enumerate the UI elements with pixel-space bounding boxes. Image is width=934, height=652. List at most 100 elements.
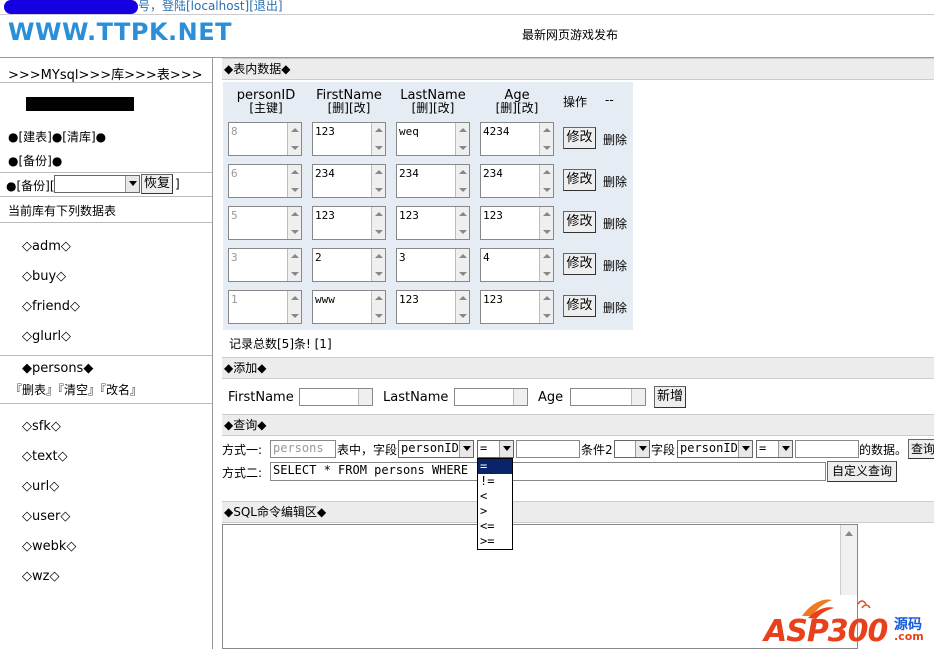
cell-age[interactable]: 4 bbox=[480, 248, 554, 282]
site-logo[interactable]: WWW.TTPK.NET bbox=[8, 18, 232, 46]
add-firstname-input[interactable] bbox=[299, 388, 373, 406]
table-link[interactable]: ◇user◇ bbox=[22, 509, 70, 524]
spinner-icon[interactable] bbox=[539, 291, 553, 323]
db-actions[interactable]: ●[建表]●[清库]● bbox=[8, 128, 106, 145]
cell-lastname[interactable]: 123 bbox=[396, 206, 470, 240]
table-link[interactable]: ◇adm◇ bbox=[22, 239, 71, 254]
operator-dropdown-list[interactable]: = != < > <= >= bbox=[477, 458, 513, 550]
spinner-icon[interactable] bbox=[513, 389, 527, 405]
table-link[interactable]: ◇glurl◇ bbox=[22, 329, 71, 344]
edit-button[interactable]: 修改 bbox=[563, 169, 596, 191]
breadcrumb: >>>MYsql>>>库>>>表>>> bbox=[8, 68, 203, 83]
spinner-icon[interactable] bbox=[539, 207, 553, 239]
operator-option[interactable]: < bbox=[478, 489, 512, 504]
table-link[interactable]: ◇sfk◇ bbox=[22, 419, 61, 434]
query-value1-input[interactable] bbox=[516, 440, 580, 458]
cell-age[interactable]: 123 bbox=[480, 290, 554, 324]
spinner-icon[interactable] bbox=[455, 123, 469, 155]
operator-option[interactable]: != bbox=[478, 474, 512, 489]
spinner-icon[interactable] bbox=[287, 291, 301, 323]
cell-firstname[interactable]: www bbox=[312, 290, 386, 324]
spinner-icon[interactable] bbox=[371, 123, 385, 155]
cell-age[interactable]: 234 bbox=[480, 164, 554, 198]
query-button[interactable]: 查询 bbox=[908, 439, 934, 459]
spinner-icon[interactable] bbox=[358, 389, 372, 405]
query-op1-select[interactable]: = bbox=[477, 440, 514, 458]
operator-option[interactable]: >= bbox=[478, 534, 512, 549]
query-op2-select[interactable]: = bbox=[756, 440, 793, 458]
spinner-icon[interactable] bbox=[371, 207, 385, 239]
spinner-icon[interactable] bbox=[455, 165, 469, 197]
restore-button[interactable]: 恢复 bbox=[141, 174, 173, 194]
cell-firstname[interactable]: 123 bbox=[312, 122, 386, 156]
cell-age[interactable]: 123 bbox=[480, 206, 554, 240]
spinner-icon[interactable] bbox=[287, 249, 301, 281]
cell-lastname[interactable]: 3 bbox=[396, 248, 470, 282]
operator-option[interactable]: > bbox=[478, 504, 512, 519]
spinner-icon[interactable] bbox=[371, 249, 385, 281]
login-status-text[interactable]: 号，登陆[localhost][退出] bbox=[138, 0, 283, 13]
cell-lastname[interactable]: 234 bbox=[396, 164, 470, 198]
edit-button[interactable]: 修改 bbox=[563, 295, 596, 317]
spinner-icon[interactable] bbox=[455, 249, 469, 281]
cell-firstname[interactable]: 123 bbox=[312, 206, 386, 240]
table-link[interactable]: ◇friend◇ bbox=[22, 299, 80, 314]
query-field2-select[interactable]: personID bbox=[677, 440, 753, 458]
add-button[interactable]: 新增 bbox=[654, 386, 686, 408]
cell-personid[interactable]: 8 bbox=[228, 122, 302, 156]
edit-button[interactable]: 修改 bbox=[563, 211, 596, 233]
cell-lastname[interactable]: weq bbox=[396, 122, 470, 156]
cell-personid[interactable]: 3 bbox=[228, 248, 302, 282]
cell-firstname[interactable]: 234 bbox=[312, 164, 386, 198]
chevron-down-icon bbox=[635, 441, 649, 457]
spinner-icon[interactable] bbox=[287, 123, 301, 155]
backup-select[interactable] bbox=[54, 175, 140, 193]
query-mode2-label: 方式二: bbox=[222, 466, 263, 480]
redacted-db-name bbox=[26, 97, 134, 111]
spinner-icon[interactable] bbox=[455, 207, 469, 239]
table-link[interactable]: ◇buy◇ bbox=[22, 269, 66, 284]
spinner-icon[interactable] bbox=[371, 165, 385, 197]
backup-link[interactable]: ●[备份]● bbox=[8, 152, 62, 169]
table-link[interactable]: ◇wz◇ bbox=[22, 569, 59, 584]
delete-link[interactable]: 删除 bbox=[603, 173, 627, 190]
spinner-icon[interactable] bbox=[539, 123, 553, 155]
edit-button[interactable]: 修改 bbox=[563, 253, 596, 275]
delete-link[interactable]: 删除 bbox=[603, 257, 627, 274]
spinner-icon[interactable] bbox=[631, 389, 645, 405]
delete-link[interactable]: 删除 bbox=[603, 131, 627, 148]
query-field1-select[interactable]: personID bbox=[398, 440, 474, 458]
spinner-icon[interactable] bbox=[455, 291, 469, 323]
delete-link[interactable]: 删除 bbox=[603, 299, 627, 316]
spinner-icon[interactable] bbox=[287, 207, 301, 239]
operator-option[interactable]: <= bbox=[478, 519, 512, 534]
sql-editor-scrollbar[interactable] bbox=[840, 525, 857, 595]
table-link[interactable]: ◇url◇ bbox=[22, 479, 59, 494]
spinner-icon[interactable] bbox=[371, 291, 385, 323]
custom-query-button[interactable]: 自定义查询 bbox=[827, 461, 897, 482]
sql-query-input[interactable]: SELECT * FROM persons WHERE bbox=[270, 462, 826, 481]
delete-link[interactable]: 删除 bbox=[603, 215, 627, 232]
cell-personid[interactable]: 5 bbox=[228, 206, 302, 240]
current-table-actions[interactable]: 『删表』『清空』『改名』 bbox=[10, 381, 142, 398]
query-value2-input[interactable] bbox=[795, 440, 859, 458]
query-cond2-select[interactable] bbox=[614, 440, 650, 458]
cell-age[interactable]: 4234 bbox=[480, 122, 554, 156]
cell-firstname[interactable]: 2 bbox=[312, 248, 386, 282]
edit-button[interactable]: 修改 bbox=[563, 127, 596, 149]
column-header-operation: 操作 bbox=[563, 95, 588, 109]
spinner-icon[interactable] bbox=[539, 165, 553, 197]
spinner-icon[interactable] bbox=[539, 249, 553, 281]
cell-lastname[interactable]: 123 bbox=[396, 290, 470, 324]
add-lastname-input[interactable] bbox=[454, 388, 528, 406]
table-link[interactable]: ◇webk◇ bbox=[22, 539, 76, 554]
operator-option[interactable]: = bbox=[478, 459, 512, 474]
cell-personid[interactable]: 6 bbox=[228, 164, 302, 198]
query-table-input[interactable]: persons bbox=[270, 440, 336, 458]
restore-prefix: ●[备份][ bbox=[6, 179, 55, 193]
table-link[interactable]: ◇text◇ bbox=[22, 449, 68, 464]
add-age-input[interactable] bbox=[570, 388, 646, 406]
current-table-link[interactable]: ◆persons◆ bbox=[22, 361, 93, 376]
spinner-icon[interactable] bbox=[287, 165, 301, 197]
cell-personid[interactable]: 1 bbox=[228, 290, 302, 324]
